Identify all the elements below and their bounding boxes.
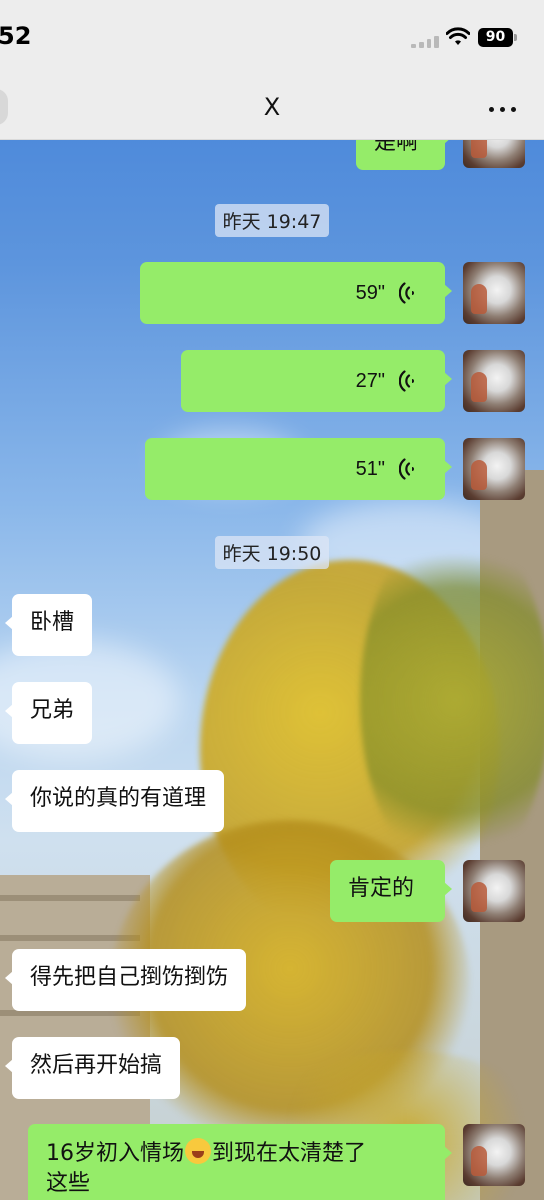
voice-message-bubble[interactable]: 59" bbox=[140, 262, 452, 324]
more-dot-icon bbox=[488, 106, 494, 112]
battery-level: 90 bbox=[485, 29, 506, 45]
message-timestamp: 昨天 19:47 bbox=[0, 204, 544, 238]
cellular-signal-icon bbox=[411, 36, 439, 48]
voice-message-bubble[interactable]: 27" bbox=[181, 350, 452, 412]
message-bubble-other[interactable]: 你说的真的有道理 bbox=[4, 770, 225, 832]
self-avatar[interactable] bbox=[463, 438, 525, 500]
message-text: 然后再开始搞 bbox=[30, 1053, 163, 1078]
timestamp-text: 昨天 19:50 bbox=[214, 536, 330, 569]
message-text: 得先把自己捯饬捯饬 bbox=[30, 965, 229, 990]
timestamp-text: 昨天 19:47 bbox=[214, 204, 330, 237]
voice-duration: 27" bbox=[355, 370, 385, 392]
chat-header: X bbox=[0, 78, 544, 140]
message-text: 16岁初入情场 bbox=[46, 1141, 184, 1166]
message-text: 你说的真的有道理 bbox=[30, 786, 207, 811]
more-options-button[interactable] bbox=[482, 98, 522, 120]
message-bubble-other[interactable]: 然后再开始搞 bbox=[4, 1037, 181, 1099]
message-text: 是啊 bbox=[374, 140, 419, 155]
voice-message-bubble[interactable]: 51" bbox=[145, 438, 452, 500]
message-timestamp: 昨天 19:50 bbox=[0, 536, 544, 570]
voice-duration: 51" bbox=[355, 458, 385, 480]
message-bubble-self[interactable]: 肯定的 bbox=[330, 860, 452, 922]
wifi-icon bbox=[446, 27, 470, 45]
message-bubble-self[interactable]: 16岁初入情场 到现在太清楚了 这些 bbox=[28, 1124, 452, 1200]
battery-icon: 90 bbox=[478, 28, 513, 47]
message-bubble-other[interactable]: 卧槽 bbox=[4, 594, 93, 656]
loudly-crying-face-icon bbox=[185, 1138, 211, 1164]
self-avatar[interactable] bbox=[463, 860, 525, 922]
self-avatar[interactable] bbox=[463, 140, 525, 168]
chat-title: X bbox=[263, 93, 281, 121]
voice-duration: 59" bbox=[355, 282, 385, 304]
self-avatar[interactable] bbox=[463, 262, 525, 324]
voice-waves-icon bbox=[399, 370, 414, 392]
more-dot-icon bbox=[510, 106, 516, 112]
message-text: 这些 bbox=[46, 1171, 91, 1196]
battery-cap-icon bbox=[514, 34, 517, 41]
message-bubble-other[interactable]: 兄弟 bbox=[4, 682, 93, 744]
voice-waves-icon bbox=[399, 282, 414, 304]
message-text: 卧槽 bbox=[30, 610, 75, 635]
self-avatar[interactable] bbox=[463, 1124, 525, 1186]
message-text: 肯定的 bbox=[348, 876, 415, 901]
message-text: 兄弟 bbox=[30, 698, 75, 723]
message-text: 到现在太清楚了 bbox=[212, 1141, 367, 1166]
voice-waves-icon bbox=[399, 458, 414, 480]
status-time: 52 bbox=[0, 22, 32, 50]
status-bar: 52 90 bbox=[0, 0, 544, 78]
self-avatar[interactable] bbox=[463, 350, 525, 412]
chat-message-list[interactable]: 是啊 昨天 19:47 59" 27" 51" 昨天 19:50 卧槽 兄弟 你… bbox=[0, 140, 544, 1200]
more-dot-icon bbox=[499, 106, 505, 112]
message-bubble-self[interactable]: 是啊 bbox=[356, 140, 452, 170]
message-bubble-other[interactable]: 得先把自己捯饬捯饬 bbox=[4, 949, 247, 1011]
